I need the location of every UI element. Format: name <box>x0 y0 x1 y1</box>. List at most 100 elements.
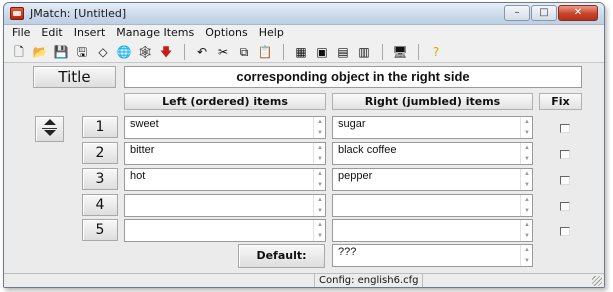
copy-icon[interactable]: ⧉ <box>235 44 253 60</box>
item-number-button[interactable]: 3 <box>82 168 118 190</box>
open-folder-icon[interactable]: 📂 <box>31 44 49 60</box>
scroll-down-icon[interactable]: ▼ <box>524 208 530 214</box>
scroll-up-icon[interactable]: ▲ <box>317 171 323 177</box>
scroll-down-icon[interactable]: ▼ <box>524 233 530 239</box>
left-item-field[interactable]: bitter ▲ ▼ <box>124 142 326 165</box>
scroll-down-icon[interactable]: ▼ <box>317 130 323 136</box>
right-item-text: sugar <box>338 118 366 130</box>
scroll-up-icon[interactable]: ▲ <box>524 197 530 203</box>
help-icon[interactable]: ? <box>427 44 445 60</box>
resize-grip-icon[interactable] <box>592 276 602 286</box>
move-item-button[interactable] <box>35 116 64 142</box>
right-item-text: pepper <box>338 170 373 182</box>
scroll-down-icon[interactable]: ▼ <box>317 182 323 188</box>
scroll-down-icon[interactable]: ▼ <box>317 156 323 162</box>
item-number-button[interactable]: 5 <box>82 219 118 241</box>
menu-insert[interactable]: Insert <box>70 25 113 41</box>
left-item-field[interactable]: ▲ ▼ <box>124 194 326 217</box>
scroll-up-icon[interactable]: ▲ <box>524 171 530 177</box>
right-item-field[interactable]: sugar ▲ ▼ <box>332 116 533 139</box>
export-web-icon[interactable]: 🌐 <box>115 44 133 60</box>
left-item-field[interactable]: sweet ▲ ▼ <box>124 116 326 139</box>
scroll-down-icon[interactable]: ▼ <box>524 156 530 162</box>
left-item-text: hot <box>130 170 146 182</box>
red-arrow-down-icon[interactable]: 🡇 <box>157 44 175 60</box>
scroll-up-icon[interactable]: ▲ <box>524 222 530 228</box>
menu-help[interactable]: Help <box>255 25 291 41</box>
exercise-editor: Title corresponding object in the right … <box>4 64 604 273</box>
item-number-button[interactable]: 2 <box>82 142 118 164</box>
default-value-text: ??? <box>338 246 357 258</box>
title-label-button[interactable]: Title <box>33 66 116 88</box>
toolbar-separator <box>418 43 419 60</box>
title-input[interactable]: corresponding object in the right side <box>124 66 582 88</box>
save-as-icon[interactable]: 🖫 <box>73 44 91 60</box>
toolbar-separator <box>283 43 284 60</box>
right-item-field[interactable]: ▲ ▼ <box>332 219 533 242</box>
config-status: Config: english6.cfg <box>314 274 424 287</box>
field-scrollbar[interactable]: ▲ ▼ <box>520 220 532 241</box>
field-scrollbar[interactable]: ▲ ▼ <box>520 195 532 216</box>
tool-3-icon[interactable]: ▤ <box>334 44 352 60</box>
app-icon <box>10 7 24 20</box>
field-scrollbar[interactable]: ▲ ▼ <box>520 117 532 138</box>
left-item-text: sweet <box>130 118 159 130</box>
scroll-down-icon[interactable]: ▼ <box>524 182 530 188</box>
new-file-icon[interactable]: 🗋 <box>10 44 28 60</box>
fix-checkbox[interactable] <box>560 227 570 236</box>
fix-checkbox[interactable] <box>560 124 570 133</box>
scroll-up-icon[interactable]: ▲ <box>524 247 530 253</box>
fix-checkbox[interactable] <box>560 176 570 185</box>
menu-options[interactable]: Options <box>201 25 254 41</box>
title-bar[interactable]: JMatch: [Untitled] – □ ✕ <box>4 3 604 25</box>
minimize-button[interactable]: – <box>504 5 530 21</box>
maximize-button[interactable]: □ <box>531 5 557 21</box>
paste-icon[interactable]: 📋 <box>256 44 274 60</box>
left-item-field[interactable]: ▲ ▼ <box>124 219 326 242</box>
field-scrollbar[interactable]: ▲ ▼ <box>520 143 532 164</box>
field-scrollbar[interactable]: ▲ ▼ <box>313 220 325 241</box>
menu-manage-items[interactable]: Manage Items <box>112 25 201 41</box>
item-number-button[interactable]: 4 <box>82 194 118 216</box>
field-scrollbar[interactable]: ▲ ▼ <box>520 245 532 266</box>
fix-checkbox[interactable] <box>560 150 570 159</box>
close-button[interactable]: ✕ <box>558 5 598 21</box>
scroll-up-icon[interactable]: ▲ <box>317 119 323 125</box>
scroll-up-icon[interactable]: ▲ <box>524 145 530 151</box>
menu-edit[interactable]: Edit <box>37 25 69 41</box>
tool-1-icon[interactable]: ▦ <box>292 44 310 60</box>
scroll-up-icon[interactable]: ▲ <box>317 222 323 228</box>
cut-icon[interactable]: ✂ <box>214 44 232 60</box>
diamond-icon[interactable]: ◇ <box>94 44 112 60</box>
undo-icon[interactable]: ↶ <box>193 44 211 60</box>
menu-file[interactable]: File <box>8 25 37 41</box>
scroll-up-icon[interactable]: ▲ <box>317 197 323 203</box>
scroll-down-icon[interactable]: ▼ <box>317 233 323 239</box>
scroll-down-icon[interactable]: ▼ <box>524 130 530 136</box>
default-value-field[interactable]: ??? ▲ ▼ <box>332 244 533 267</box>
tool-2-icon[interactable]: ▣ <box>313 44 331 60</box>
status-bar: Config: english6.cfg <box>4 273 604 287</box>
left-item-text: bitter <box>130 144 155 156</box>
left-items-header: Left (ordered) items <box>124 93 326 110</box>
export-web-2-icon[interactable]: 🕸 <box>136 44 154 60</box>
field-scrollbar[interactable]: ▲ ▼ <box>520 169 532 190</box>
right-item-field[interactable]: pepper ▲ ▼ <box>332 168 533 191</box>
fix-checkbox[interactable] <box>560 202 570 211</box>
scroll-up-icon[interactable]: ▲ <box>317 145 323 151</box>
field-scrollbar[interactable]: ▲ ▼ <box>313 169 325 190</box>
scroll-down-icon[interactable]: ▼ <box>317 208 323 214</box>
tool-4-icon[interactable]: ▥ <box>355 44 373 60</box>
left-item-field[interactable]: hot ▲ ▼ <box>124 168 326 191</box>
default-button[interactable]: Default: <box>238 244 325 268</box>
save-icon[interactable]: 💾 <box>52 44 70 60</box>
field-scrollbar[interactable]: ▲ ▼ <box>313 117 325 138</box>
right-item-field[interactable]: black coffee ▲ ▼ <box>332 142 533 165</box>
scroll-up-icon[interactable]: ▲ <box>524 119 530 125</box>
field-scrollbar[interactable]: ▲ ▼ <box>313 143 325 164</box>
field-scrollbar[interactable]: ▲ ▼ <box>313 195 325 216</box>
item-number-button[interactable]: 1 <box>82 116 118 138</box>
right-item-field[interactable]: ▲ ▼ <box>332 194 533 217</box>
scroll-down-icon[interactable]: ▼ <box>524 258 530 264</box>
monitor-icon[interactable]: 🖥 <box>391 44 409 60</box>
